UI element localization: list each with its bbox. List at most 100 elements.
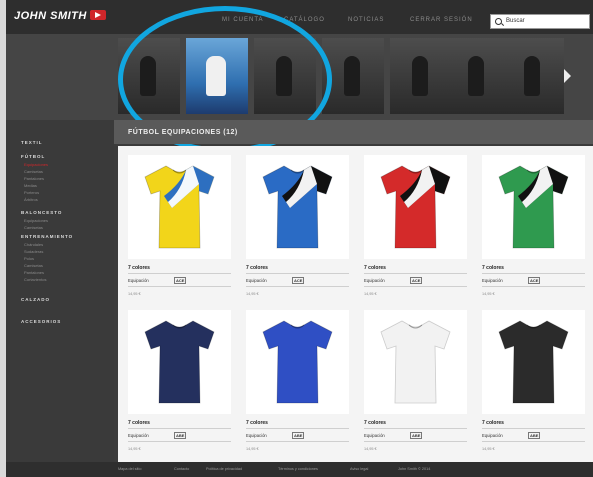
tshirt-icon [144,320,215,404]
athlete-silhouette [276,56,292,96]
sidebar-category-accesorios[interactable]: ACCESORIOS [21,319,61,324]
site-footer: Mapa del sitio Contacto Política de priv… [6,462,593,477]
tshirt-icon [262,165,333,249]
sidebar-category-calzado[interactable]: CALZADO [21,297,50,302]
logo-mark-icon [90,10,106,20]
nav-link-catalog[interactable]: CATÁLOGO [284,17,325,23]
carousel-slide-4[interactable] [322,38,384,114]
product-image[interactable] [246,310,349,414]
product-grid: 7 colores Equipación ACE 14,95 € 7 colores E… [118,146,593,462]
sidebar-item-cortavientos[interactable]: Cortavientos [24,277,46,282]
sidebar-category-textil[interactable]: TEXTIL [21,140,43,145]
product-image[interactable] [128,155,231,259]
athlete-silhouette [412,56,428,96]
sidebar-item-sudaderas[interactable]: Sudaderas [24,249,43,254]
divider [364,441,467,442]
product-card[interactable]: 7 colores Equipación ACE 14,95 € [364,155,467,305]
carousel-slide-2[interactable] [186,38,248,114]
divider [482,273,585,274]
sidebar-category-futbol[interactable]: FÚTBOL [21,154,45,159]
sidebar-item-equipaciones[interactable]: Equipaciones [24,162,48,167]
divider [246,441,349,442]
sidebar-item-polos[interactable]: Polos [24,256,34,261]
product-image[interactable] [128,310,231,414]
brand-logo[interactable]: JOHN SMITH [14,10,87,22]
sidebar-item-pantalones[interactable]: Pantalones [24,176,44,181]
footer-link-sitemap[interactable]: Mapa del sitio [118,467,141,471]
sidebar-item-ent-camisetas[interactable]: Camisetas [24,263,43,268]
product-name[interactable]: 7 colores [364,420,386,426]
footer-link-contact[interactable]: Contacto [174,467,189,471]
sidebar-category-entrenamiento[interactable]: ENTRENAMIENTO [21,234,73,239]
carousel-slide-6[interactable] [446,38,508,114]
category-sidebar: TEXTIL FÚTBOL Equipaciones Camisetas Pan… [6,120,114,477]
product-card[interactable]: 7 colores Equipación ABE 14,95 € [246,310,349,460]
product-name[interactable]: 7 colores [482,265,504,271]
search-input[interactable]: Buscar [490,14,590,29]
product-image[interactable] [246,155,349,259]
sidebar-item-medias[interactable]: Medias [24,183,37,188]
sidebar-item-camisetas[interactable]: Camisetas [24,169,43,174]
sidebar-item-bal-camisetas[interactable]: Camisetas [24,225,43,230]
product-name[interactable]: 7 colores [128,265,150,271]
nav-link-account[interactable]: MI CUENTA [222,17,264,23]
product-description: Equipación [246,433,267,438]
product-name[interactable]: 7 colores [246,265,268,271]
sidebar-item-bal-equipaciones[interactable]: Equipaciones [24,218,48,223]
sidebar-item-chandales[interactable]: Chándales [24,242,43,247]
carousel-slide-5[interactable] [390,38,452,114]
search-icon[interactable] [495,18,502,25]
product-description: Equipación [364,278,385,283]
product-price: 14,95 € [246,447,259,451]
product-name[interactable]: 7 colores [482,420,504,426]
footer-link-terms[interactable]: Términos y condiciones [278,467,318,471]
product-image[interactable] [482,155,585,259]
product-badge: ABE [174,432,187,439]
section-header: FÚTBOL EQUIPACIONES (12) [114,120,593,144]
tshirt-body [380,320,451,404]
sidebar-item-ent-pantalones[interactable]: Pantalones [24,270,44,275]
footer-link-privacy[interactable]: Política de privacidad [206,467,242,471]
athlete-silhouette [344,56,360,96]
tshirt-icon [380,165,451,249]
divider [246,286,349,287]
carousel-slide-7[interactable] [502,38,564,114]
carousel-slide-1[interactable] [118,38,180,114]
product-image[interactable] [482,310,585,414]
product-name[interactable]: 7 colores [364,265,386,271]
tshirt-body [144,320,215,404]
footer-link-legal[interactable]: Aviso legal [350,467,368,471]
product-image[interactable] [364,310,467,414]
product-price: 14,95 € [482,292,495,296]
product-card[interactable]: 7 colores Equipación ABE 14,95 € [364,310,467,460]
divider [128,286,231,287]
product-card[interactable]: 7 colores Equipación ACE 14,95 € [246,155,349,305]
product-name[interactable]: 7 colores [246,420,268,426]
product-price: 14,95 € [364,292,377,296]
sidebar-item-arbitros[interactable]: Árbitros [24,197,38,202]
product-description: Equipación [128,433,149,438]
product-description: Equipación [128,278,149,283]
sidebar-item-porteros[interactable]: Porteros [24,190,39,195]
divider [128,441,231,442]
product-image[interactable] [364,155,467,259]
divider [128,428,231,429]
product-price: 14,95 € [128,292,141,296]
section-title: FÚTBOL EQUIPACIONES (12) [128,129,238,136]
carousel-slide-3[interactable] [254,38,316,114]
product-price: 14,95 € [364,447,377,451]
nav-link-news[interactable]: NOTICIAS [348,17,384,23]
divider [246,428,349,429]
product-card[interactable]: 7 colores Equipación ABE 14,95 € [128,310,231,460]
carousel-next-arrow-icon[interactable] [564,69,571,83]
footer-copyright: John Smith © 2014 [398,467,431,471]
product-badge: ACE [292,277,305,284]
product-card[interactable]: 7 colores Equipación ABE 14,95 € [482,310,585,460]
product-card[interactable]: 7 colores Equipación ACE 14,95 € [128,155,231,305]
product-name[interactable]: 7 colores [128,420,150,426]
product-card[interactable]: 7 colores Equipación ACE 14,95 € [482,155,585,305]
sidebar-category-baloncesto[interactable]: BALONCESTO [21,210,62,215]
nav-link-logout[interactable]: CERRAR SESIÓN [410,17,473,23]
divider [482,428,585,429]
app-frame: JOHN SMITH MI CUENTA CATÁLOGO NOTICIAS C… [6,0,593,477]
